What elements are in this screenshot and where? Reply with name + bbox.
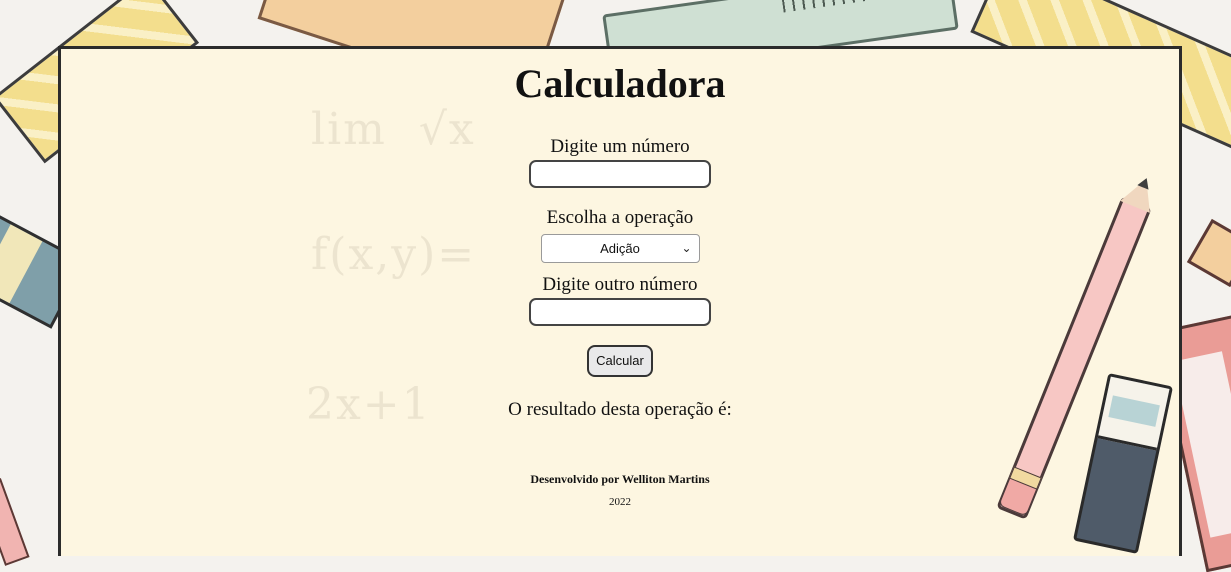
- chevron-down-icon: ⌄: [681, 241, 692, 255]
- page-title: Calculadora: [514, 61, 726, 106]
- operation-selected-value: Adição: [600, 241, 640, 256]
- second-number-label: Digite outro número: [542, 274, 698, 295]
- ruler-ticks: [780, 0, 943, 13]
- operation-label: Escolha a operação: [546, 207, 694, 228]
- first-number-input[interactable]: [529, 160, 711, 188]
- operation-select[interactable]: Adição ⌄: [540, 234, 700, 263]
- first-number-label: Digite um número: [550, 136, 690, 157]
- footer-year: 2022: [609, 496, 631, 508]
- corner-item-decoration: [1186, 218, 1231, 288]
- calculator-content: Calculadora Digite um número Escolha a o…: [58, 46, 1182, 509]
- pink-item-decoration: [0, 478, 30, 566]
- second-number-input[interactable]: [529, 298, 711, 326]
- calculate-button[interactable]: Calcular: [587, 345, 653, 377]
- result-text: O resultado desta operação é:: [508, 399, 732, 420]
- developer-credit: Desenvolvido por Welliton Martins: [530, 472, 710, 486]
